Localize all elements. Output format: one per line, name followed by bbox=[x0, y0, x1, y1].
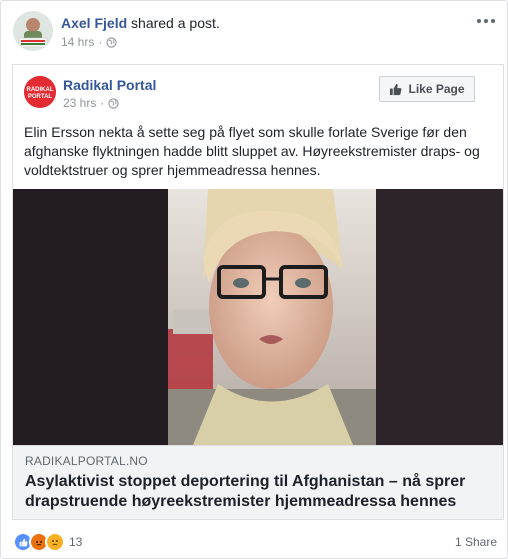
post-text: Elin Ersson nekta å sette seg på flyet s… bbox=[24, 124, 480, 178]
link-title[interactable]: Asylaktivist stoppet deportering til Afg… bbox=[25, 472, 495, 512]
post-time[interactable]: 14 hrs bbox=[61, 34, 94, 50]
reaction-count: 13 bbox=[69, 535, 83, 549]
share-count[interactable]: 1 Share bbox=[455, 535, 497, 549]
more-options-icon[interactable] bbox=[475, 13, 497, 29]
shared-post-meta: 23 hrs · bbox=[63, 96, 119, 110]
author-name[interactable]: Axel Fjeld bbox=[61, 15, 127, 31]
globe-icon[interactable] bbox=[106, 36, 117, 48]
globe-icon[interactable] bbox=[108, 97, 119, 109]
link-image[interactable] bbox=[13, 189, 503, 445]
dot-separator: · bbox=[98, 35, 103, 49]
like-page-button[interactable]: Like Page bbox=[379, 76, 475, 102]
author-line: Axel Fjeld shared a post. bbox=[61, 14, 220, 32]
page-avatar[interactable]: RADIKAL PORTAL bbox=[24, 76, 56, 108]
reactions-summary[interactable]: 13 bbox=[13, 532, 82, 552]
like-page-label: Like Page bbox=[408, 82, 465, 96]
shared-post: RADIKAL PORTAL Radikal Portal 23 hrs · L… bbox=[12, 64, 504, 520]
link-domain: RADIKALPORTAL.NO bbox=[25, 454, 148, 468]
page-logo-text: RADIKAL bbox=[27, 87, 54, 93]
shared-post-time[interactable]: 23 hrs bbox=[63, 96, 96, 110]
link-preview[interactable]: RADIKALPORTAL.NO Asylaktivist stoppet de… bbox=[13, 445, 503, 519]
author-avatar[interactable] bbox=[13, 11, 53, 51]
page-name[interactable]: Radikal Portal bbox=[63, 77, 156, 93]
post-meta: 14 hrs · bbox=[61, 34, 117, 50]
dot-separator: · bbox=[100, 96, 105, 110]
feed-post: Axel Fjeld shared a post. 14 hrs · RADIK… bbox=[0, 0, 508, 559]
post-footer: 13 1 Share bbox=[13, 532, 497, 552]
svg-text:PORTAL: PORTAL bbox=[28, 94, 53, 100]
thumbs-up-icon bbox=[390, 83, 402, 95]
post-header: Axel Fjeld shared a post. 14 hrs · bbox=[13, 11, 497, 53]
sad-reaction-icon bbox=[45, 532, 65, 552]
post-action: shared a post. bbox=[131, 15, 220, 31]
